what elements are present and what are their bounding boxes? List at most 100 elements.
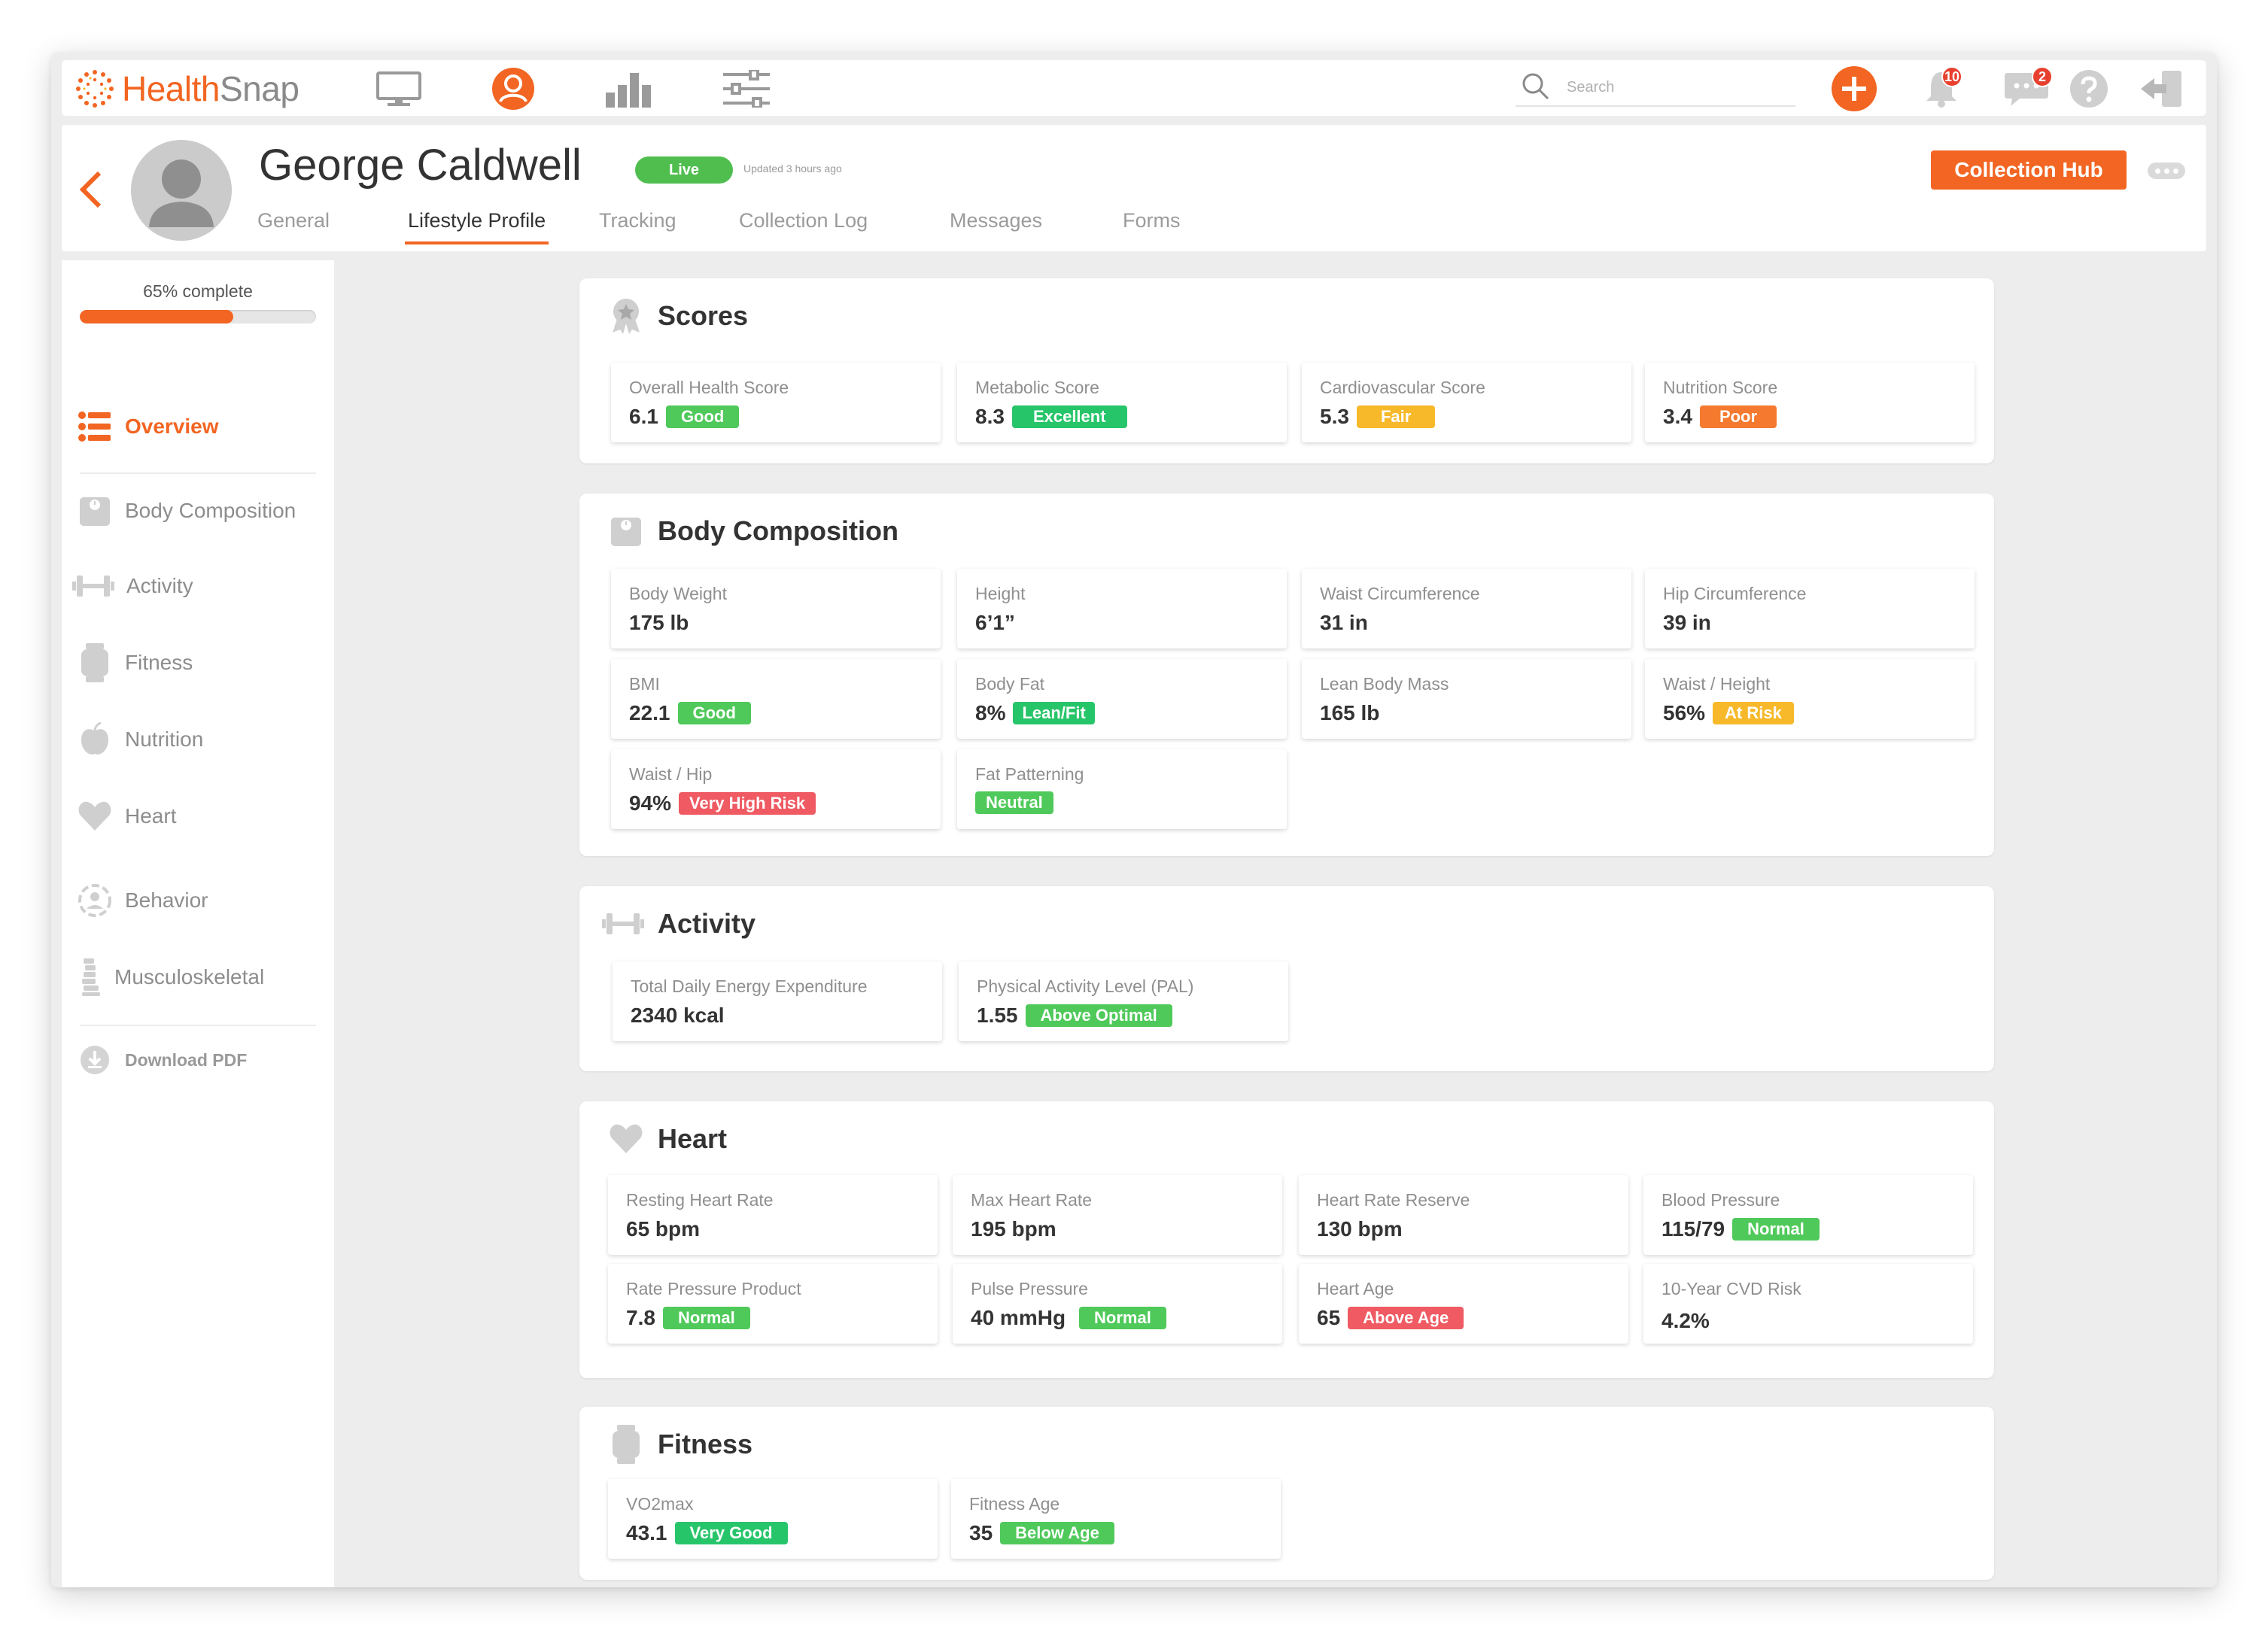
patient-name: George Caldwell: [259, 141, 582, 190]
tab-messages[interactable]: Messages: [947, 209, 1045, 241]
metric-card-fat-patterning: Fat Patterning Neutral: [957, 749, 1287, 829]
search-field[interactable]: Search: [1516, 69, 1795, 107]
sidebar-item-label: Fitness: [125, 651, 193, 674]
sidebar-item-label: Nutrition: [125, 727, 204, 751]
metric-label: Pulse Pressure: [971, 1279, 1088, 1298]
sidebar-item-label: Overview: [125, 415, 219, 438]
status-badge: Fair: [1356, 405, 1436, 428]
metric-card-bmi: BMI 22.1 Good: [611, 659, 941, 739]
completion-progress-fill: [80, 310, 234, 323]
metric-label: Cardiovascular Score: [1320, 378, 1485, 397]
sidebar-item-label: Body Composition: [125, 499, 296, 522]
sidebar-item-label: Activity: [126, 574, 193, 597]
metric-card-waist-circumference: Waist Circumference 31 in: [1302, 569, 1631, 648]
metric-label: Waist / Height: [1663, 674, 1771, 694]
metric-label: Resting Heart Rate: [626, 1190, 774, 1210]
messages-badge: 2: [2032, 66, 2053, 87]
bar-chart-icon[interactable]: [605, 65, 653, 113]
status-badge: Neutral: [975, 791, 1053, 814]
metric-card-cardiovascular-score: Cardiovascular Score 5.3 Fair: [1302, 363, 1631, 442]
search-icon: [1522, 73, 1549, 100]
metric-card-waist-hip: Waist / Hip 94% Very High Risk: [611, 749, 941, 829]
metric-card-fitness-age: Fitness Age 35 Below Age: [951, 1479, 1281, 1559]
metric-value: 6.1 Good: [629, 405, 740, 429]
sliders-icon[interactable]: [722, 65, 771, 113]
more-options-icon[interactable]: [2148, 162, 2185, 179]
last-updated-text: Updated 3 hours ago: [743, 162, 842, 175]
section-title: Activity: [658, 908, 756, 939]
back-chevron-icon[interactable]: [75, 167, 105, 212]
dumbbell-icon: [72, 568, 114, 604]
monitor-icon[interactable]: [375, 65, 423, 113]
sidebar-item-body-composition[interactable]: Body Composition: [77, 492, 296, 530]
section-title: Body Composition: [658, 515, 898, 546]
status-badge: Normal: [1079, 1307, 1166, 1329]
metric-label: Total Daily Energy Expenditure: [631, 976, 868, 996]
sidebar-item-nutrition[interactable]: Nutrition: [77, 721, 203, 758]
metric-card-nutrition-score: Nutrition Score 3.4 Poor: [1645, 363, 1975, 442]
help-button[interactable]: [2066, 66, 2111, 111]
section-title: Heart: [658, 1123, 728, 1154]
metric-value: 6’1”: [975, 611, 1015, 634]
sidebar-item-heart[interactable]: Heart: [77, 797, 176, 835]
metric-value: 7.8 Normal: [626, 1306, 750, 1330]
metric-value: 65 Above Age: [1317, 1306, 1464, 1330]
app-window: HealthSnap Search 10 2 George Caldwell L…: [51, 53, 2217, 1587]
metric-value: 2340 kcal: [631, 1004, 725, 1027]
status-badge: Good: [665, 405, 740, 428]
tab-collection-log[interactable]: Collection Log: [736, 209, 871, 241]
metric-value: Neutral: [975, 791, 1053, 814]
collection-hub-button[interactable]: Collection Hub: [1931, 150, 2127, 190]
patient-header: George Caldwell Live Updated 3 hours ago…: [62, 125, 2206, 251]
user-icon[interactable]: [489, 65, 537, 113]
help-icon: [2070, 70, 2108, 108]
tab-general[interactable]: General: [254, 209, 333, 241]
metric-label: Heart Rate Reserve: [1317, 1190, 1470, 1210]
watch-icon: [77, 643, 113, 682]
tab-forms[interactable]: Forms: [1120, 209, 1184, 241]
sidebar-item-fitness[interactable]: Fitness: [77, 643, 193, 682]
metric-value: 130 bpm: [1317, 1217, 1403, 1241]
metric-label: Hip Circumference: [1663, 584, 1807, 603]
metric-card-body-fat: Body Fat 8% Lean/Fit: [957, 659, 1287, 739]
section-title: Scores: [658, 300, 749, 331]
progress-label: 65% complete: [143, 281, 253, 301]
healthsnap-logo[interactable]: HealthSnap: [74, 68, 299, 110]
metric-value: 39 in: [1663, 611, 1711, 634]
status-badge: Lean/Fit: [1013, 702, 1095, 724]
metric-card-height: Height 6’1”: [957, 569, 1287, 648]
sidebar-item-musculoskeletal[interactable]: Musculoskeletal: [77, 958, 264, 996]
status-badge: Above Age: [1348, 1307, 1464, 1329]
metric-card-lean-body-mass: Lean Body Mass 165 lb: [1302, 659, 1631, 739]
status-badge: Below Age: [1000, 1522, 1114, 1544]
metric-label: Waist Circumference: [1320, 584, 1480, 603]
download-icon: [77, 1042, 113, 1078]
sidebar-item-activity[interactable]: Activity: [72, 567, 193, 605]
lifestyle-sidebar: 65% complete Overview Body Composition A…: [62, 260, 334, 1587]
add-button[interactable]: [1832, 66, 1877, 111]
messages-button[interactable]: 2: [2000, 66, 2053, 111]
scale-icon: [77, 493, 113, 529]
sidebar-item-label: Musculoskeletal: [114, 965, 265, 989]
sidebar-item-behavior[interactable]: Behavior: [77, 882, 208, 919]
top-navigation-bar: HealthSnap Search 10 2: [62, 60, 2206, 116]
download-pdf-link[interactable]: Download PDF: [77, 1041, 247, 1079]
metric-label: BMI: [629, 674, 660, 694]
scale-icon: [608, 513, 644, 549]
search-placeholder: Search: [1567, 78, 1615, 96]
notifications-badge: 10: [1941, 66, 1962, 87]
body-composition-section: Body Composition Body Weight 175 lb Heig…: [579, 493, 1994, 856]
tab-lifestyle-profile[interactable]: Lifestyle Profile: [405, 209, 549, 244]
metric-value: 94% Very High Risk: [629, 791, 816, 815]
section-title: Fitness: [658, 1429, 753, 1459]
sidebar-item-overview[interactable]: Overview: [77, 408, 219, 445]
notifications-button[interactable]: 10: [1919, 66, 1964, 111]
status-badge: Above Optimal: [1025, 1004, 1172, 1027]
metric-value: 8% Lean/Fit: [975, 701, 1095, 725]
logout-button[interactable]: [2139, 66, 2184, 111]
metric-value: 35 Below Age: [969, 1521, 1114, 1545]
tab-tracking[interactable]: Tracking: [596, 209, 679, 241]
metric-card-vo2max: VO2max 43.1 Very Good: [608, 1479, 938, 1559]
metric-label: Nutrition Score: [1663, 378, 1778, 397]
spine-icon: [77, 958, 104, 996]
